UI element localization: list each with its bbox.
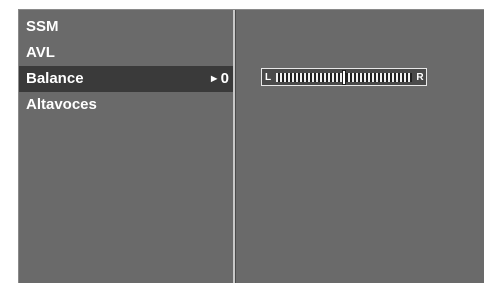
audio-menu-panel: SSM AVL Balance ►0 Altavoces <box>19 10 233 283</box>
menu-item-label: Balance <box>26 70 84 87</box>
balance-left-label: L <box>264 71 272 83</box>
balance-slider[interactable]: L R <box>261 68 427 86</box>
balance-right-label: R <box>416 71 424 83</box>
menu-item-label: AVL <box>26 44 55 61</box>
menu-item-label: SSM <box>26 18 59 35</box>
menu-item-label: Altavoces <box>26 96 97 113</box>
balance-content-panel: L R <box>236 10 484 283</box>
menu-item-ssm[interactable]: SSM <box>19 14 233 40</box>
menu-item-balance[interactable]: Balance ►0 <box>19 66 233 92</box>
menu-item-avl[interactable]: AVL <box>19 40 233 66</box>
audio-menu-list: SSM AVL Balance ►0 Altavoces <box>19 14 233 118</box>
balance-value-text: 0 <box>220 70 229 87</box>
arrow-right-icon: ► <box>208 73 220 85</box>
balance-value: ►0 <box>209 66 229 93</box>
menu-item-altavoces[interactable]: Altavoces <box>19 92 233 118</box>
balance-indicator[interactable] <box>343 70 345 84</box>
tv-osd-screen: SSM AVL Balance ►0 Altavoces L R <box>18 9 484 283</box>
panel-divider <box>233 10 235 283</box>
balance-scale <box>276 70 412 84</box>
